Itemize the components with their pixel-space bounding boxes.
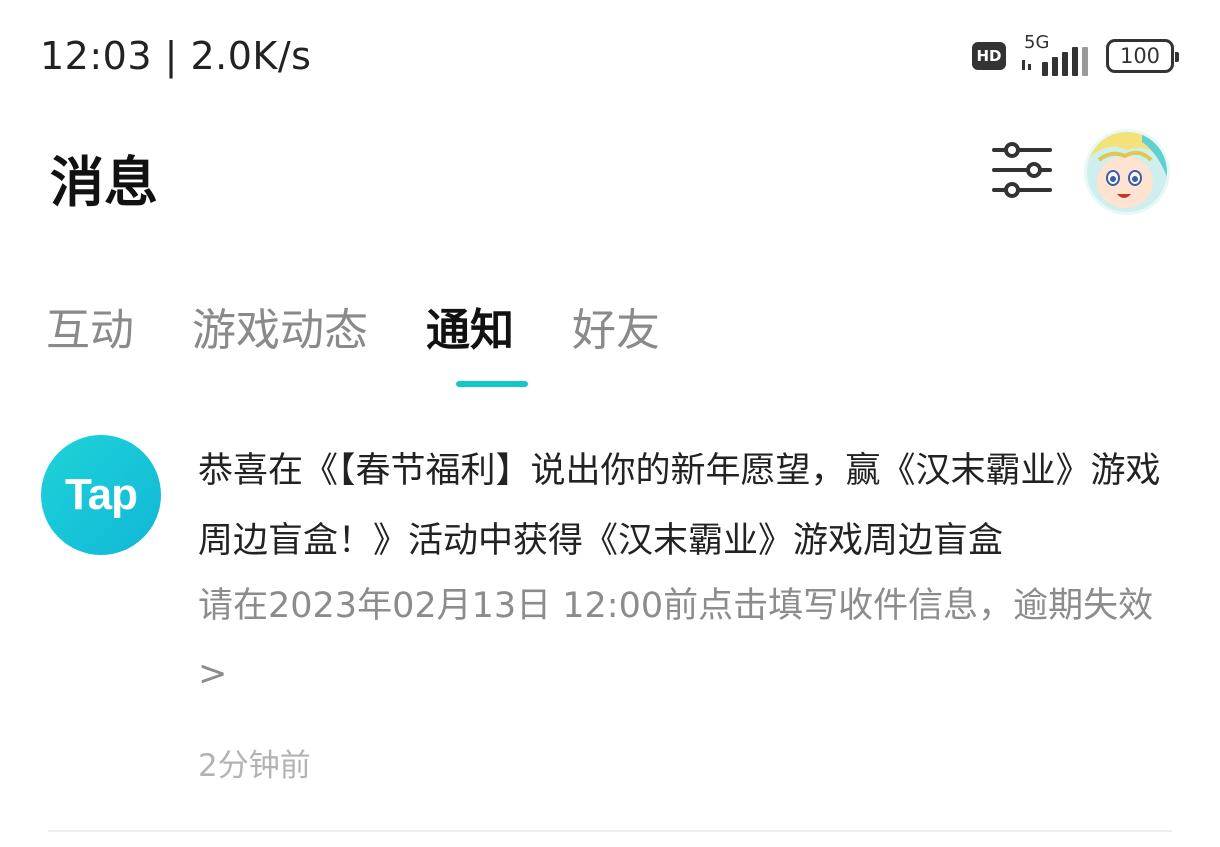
tab-game-updates[interactable]: 游戏动态 — [192, 294, 368, 358]
tab-interaction[interactable]: 互动 — [46, 294, 134, 358]
logo-text: Tap — [65, 470, 138, 519]
notification-description[interactable]: 请在2023年02月13日 12:00前点击填写收件信息，逾期失效> — [198, 572, 1168, 708]
notification-title[interactable]: 恭喜在《【春节福利】说出你的新年愿望，赢《汉末霸业》游戏周边盲盒！》活动中获得《… — [198, 436, 1168, 576]
status-time: 12:03 | 2.0K/s — [40, 34, 312, 78]
page-title: 消息 — [50, 151, 158, 214]
hd-icon: HD — [972, 42, 1006, 70]
tab-friends[interactable]: 好友 — [572, 294, 660, 358]
active-tab-indicator — [456, 381, 528, 387]
battery-level: 100 — [1119, 44, 1161, 68]
sliders-icon — [992, 142, 1052, 198]
list-divider — [48, 830, 1172, 832]
tab-notifications[interactable]: 通知 — [426, 294, 514, 358]
taptap-logo[interactable]: Tap — [41, 435, 161, 555]
filter-button[interactable] — [986, 138, 1058, 202]
notification-time: 2分钟前 — [198, 748, 311, 784]
message-tabs: 互动 游戏动态 通知 好友 — [46, 294, 718, 358]
battery-icon: 100 — [1106, 39, 1179, 73]
signal-icon: 5G — [1020, 32, 1092, 78]
status-icons: HD 5G 100 — [972, 32, 1179, 78]
user-avatar[interactable] — [1084, 129, 1170, 215]
